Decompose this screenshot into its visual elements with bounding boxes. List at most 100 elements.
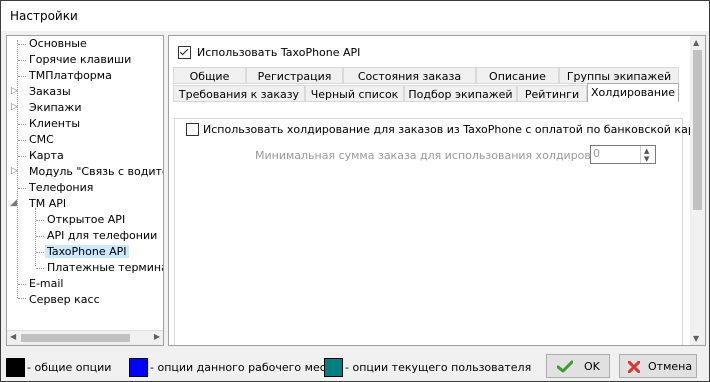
tree-connector (18, 156, 26, 157)
tab-order-states[interactable]: Состояния заказа (343, 67, 476, 84)
tab-registration[interactable]: Регистрация (246, 67, 343, 84)
holding-checkbox[interactable] (186, 123, 199, 136)
tab-label: Описание (489, 70, 546, 83)
tree-horizontal-scrollbar[interactable]: ◀ ▶ (7, 330, 163, 345)
expand-arrow-icon[interactable]: ▷ (11, 102, 18, 112)
scrollbar-thumb[interactable] (21, 334, 130, 342)
tab-label: Группы экипажей (566, 70, 672, 83)
tree-item-label: TM API (29, 197, 67, 210)
holding-checkbox-label: Использовать холдирование для заказов из… (203, 123, 706, 136)
close-icon (628, 361, 640, 373)
spin-down-icon[interactable]: ▼ (644, 155, 649, 163)
tab-label: Требования к заказу (178, 88, 300, 101)
tree-item-label: Основные (29, 37, 87, 50)
tree-item-sms[interactable]: СМС (27, 132, 56, 148)
scroll-right-icon[interactable]: ▶ (154, 332, 160, 341)
scroll-left-icon[interactable]: ◀ (10, 332, 16, 341)
tree-connector (18, 284, 26, 285)
tree-item-orders[interactable]: Заказы (27, 84, 73, 100)
legend-common-label: - общие опции (27, 361, 112, 374)
tree-item-taxophone-api[interactable]: TaxoPhone API (45, 244, 129, 260)
scroll-down-icon[interactable]: ▼ (693, 334, 699, 343)
tree-item-driver-module[interactable]: Модуль "Связь с водителем" (27, 164, 163, 180)
tab-label: Холдирование (590, 86, 676, 99)
tree-item-label: Модуль "Связь с водителем" (29, 165, 163, 178)
panel-vertical-scrollbar[interactable]: ▲ ▼ (690, 36, 705, 345)
tree-item-email[interactable]: E-mail (27, 276, 66, 292)
tree-item-label: Сервер касс (29, 293, 100, 306)
spin-up-icon[interactable]: ▲ (644, 147, 649, 155)
expand-arrow-icon[interactable]: ▷ (11, 86, 18, 96)
tree-item-basic[interactable]: Основные (27, 36, 89, 52)
min-sum-label: Минимальная сумма заказа для использован… (255, 149, 619, 162)
tree-item-tmplatform[interactable]: ТМПлатформа (27, 68, 114, 84)
tree-item-label: E-mail (29, 277, 64, 290)
ok-label: OK (584, 360, 600, 373)
tree-item-hotkeys[interactable]: Горячие клавиши (27, 52, 133, 68)
tab-label: Состояния заказа (357, 70, 462, 83)
tree-item-label: Горячие клавиши (29, 53, 132, 66)
tree-item-telephony-api[interactable]: API для телефонии (45, 228, 159, 244)
tree-item-label: TaxoPhone API (45, 245, 129, 258)
legend-workstation-label: - опции данного рабочего места (150, 361, 339, 374)
collapse-arrow-icon[interactable]: ◢ (10, 198, 17, 208)
tree-item-telephony[interactable]: Телефония (27, 180, 95, 196)
scrollbar-thumb[interactable] (693, 50, 702, 210)
tab-ratings[interactable]: Рейтинги (517, 85, 587, 102)
tree-item-label: Экипажи (29, 101, 82, 114)
min-sum-spinner[interactable]: 0 ▲ ▼ (590, 145, 656, 164)
tree-connector (18, 298, 26, 299)
tree-connector (18, 124, 26, 125)
tab-label: Подбор экипажей (408, 88, 513, 101)
tab-general[interactable]: Общие (173, 67, 246, 84)
tab-crew-groups[interactable]: Группы экипажей (559, 67, 679, 84)
tree-item-payment-terminals[interactable]: Платежные терминалы (45, 260, 163, 276)
settings-tree[interactable]: Основные Горячие клавиши ТМПлатформа ▷ З… (6, 35, 164, 346)
tree-item-open-api[interactable]: Открытое API (45, 212, 127, 228)
ok-button[interactable]: OK (546, 354, 610, 378)
tree-item-crews[interactable]: Экипажи (27, 100, 83, 116)
use-taxophone-api-label: Использовать TaxoPhone API (197, 46, 361, 59)
tab-blacklist[interactable]: Черный список (305, 85, 404, 102)
tree-item-tm-api[interactable]: TM API (27, 196, 68, 212)
tree-connector (18, 188, 26, 189)
tab-label: Регистрация (257, 70, 332, 83)
tab-order-requirements[interactable]: Требования к заказу (173, 85, 305, 102)
tree-item-label: API для телефонии (47, 229, 158, 242)
tree-item-label: Клиенты (29, 117, 81, 130)
tree-item-label: ТМПлатформа (29, 69, 112, 82)
legend-swatch-workstation (129, 358, 148, 377)
tree-connector (36, 252, 44, 253)
tab-label: Общие (189, 70, 230, 83)
window-title: Настройки (10, 9, 78, 23)
cancel-button[interactable]: Отмена (619, 354, 697, 378)
tab-description[interactable]: Описание (476, 67, 559, 84)
legend-user-label: - опции текущего пользователя (345, 361, 532, 374)
tab-label: Рейтинги (524, 88, 580, 101)
tree-item-map[interactable]: Карта (27, 148, 66, 164)
use-taxophone-api-checkbox[interactable] (178, 46, 191, 59)
tree-item-label: Открытое API (47, 213, 126, 226)
tree-connector (18, 44, 26, 45)
tree-connector (36, 268, 44, 269)
min-sum-value[interactable]: 0 (593, 147, 600, 160)
tree-item-cash-server[interactable]: Сервер касс (27, 292, 102, 308)
tree-connector (18, 60, 26, 61)
tab-label: Черный список (310, 88, 399, 101)
tree-connector (35, 208, 36, 266)
tree-connector (36, 220, 44, 221)
expand-arrow-icon[interactable]: ▷ (11, 166, 18, 176)
settings-window: Настройки Основные Горячие клавиши ТМПла… (0, 0, 710, 382)
spinner-buttons: ▲ ▼ (640, 146, 655, 163)
checkmark-icon (557, 360, 573, 373)
scroll-up-icon[interactable]: ▲ (693, 38, 699, 47)
tree-item-label: Телефония (29, 181, 94, 194)
tree-connector (18, 140, 26, 141)
title-bar: Настройки (1, 1, 709, 31)
tree-item-label: СМС (29, 133, 54, 146)
tab-holding[interactable]: Холдирование (587, 83, 679, 102)
tree-item-clients[interactable]: Клиенты (27, 116, 82, 132)
tab-crew-selection[interactable]: Подбор экипажей (404, 85, 517, 102)
tree-item-label: Карта (29, 149, 64, 162)
tree-connector (18, 76, 26, 77)
